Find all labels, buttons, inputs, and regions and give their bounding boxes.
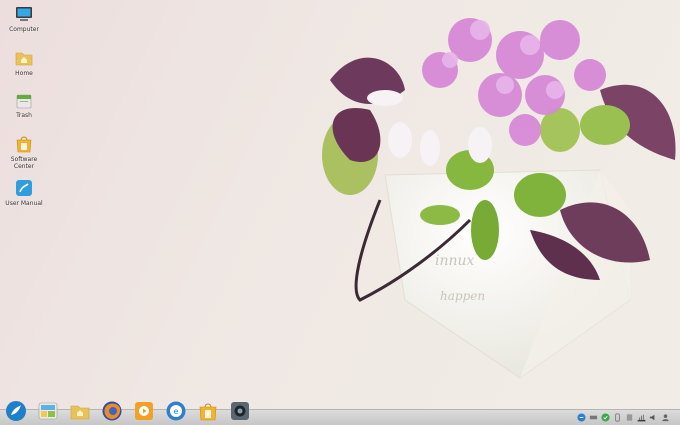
desktop-icon-home[interactable]: Home <box>2 48 46 77</box>
svg-text:happen: happen <box>440 289 485 303</box>
start-menu-button[interactable] <box>5 400 27 422</box>
desktop-wallpaper: innux happen <box>0 0 680 425</box>
software-center-icon <box>16 136 32 153</box>
start-menu-icon <box>6 401 26 421</box>
browser-button[interactable]: e <box>165 400 187 422</box>
svg-text:e: e <box>174 407 179 416</box>
webcam-button[interactable] <box>229 400 251 422</box>
desktop-icon-label: Software Center <box>10 156 38 170</box>
trash-icon <box>16 94 32 109</box>
media-player-icon <box>135 402 153 420</box>
user-icon[interactable] <box>661 413 670 422</box>
desktop-icon-label: User Manual <box>5 200 43 207</box>
desktop-manager-button[interactable] <box>37 400 59 422</box>
desktop-icon-trash[interactable]: Trash <box>2 90 46 119</box>
network-icon[interactable] <box>637 413 646 422</box>
volume-icon[interactable] <box>649 413 658 422</box>
desktop-icon-software-center[interactable]: Software Center <box>2 134 46 170</box>
media-player-button[interactable] <box>133 400 155 422</box>
desktop-manager-icon <box>38 402 58 420</box>
software-center-button[interactable] <box>197 400 219 422</box>
svg-text:innux: innux <box>435 253 475 269</box>
desktop-icon-user-manual[interactable]: User Manual <box>2 178 46 207</box>
clipboard-icon[interactable] <box>625 413 634 422</box>
home-folder-icon <box>15 52 33 66</box>
desktop-icon-label: Home <box>15 70 33 77</box>
webcam-icon <box>231 402 249 420</box>
firefox-icon <box>102 401 122 421</box>
desktop-icon-label: Computer <box>9 26 39 33</box>
folder-icon <box>70 405 90 420</box>
check-icon[interactable] <box>601 412 610 422</box>
computer-icon <box>16 7 32 21</box>
user-manual-icon <box>16 180 32 196</box>
keyboard-icon[interactable] <box>589 413 598 422</box>
system-tray <box>577 410 680 424</box>
desktop-icon-label: Trash <box>16 112 32 119</box>
browser-icon: e <box>166 401 186 421</box>
desktop-icon-computer[interactable]: Computer <box>2 4 46 33</box>
software-center-icon <box>199 403 217 421</box>
firefox-button[interactable] <box>101 400 123 422</box>
file-manager-button[interactable] <box>69 400 91 422</box>
update-icon[interactable] <box>577 412 586 422</box>
power-icon[interactable] <box>613 413 622 422</box>
